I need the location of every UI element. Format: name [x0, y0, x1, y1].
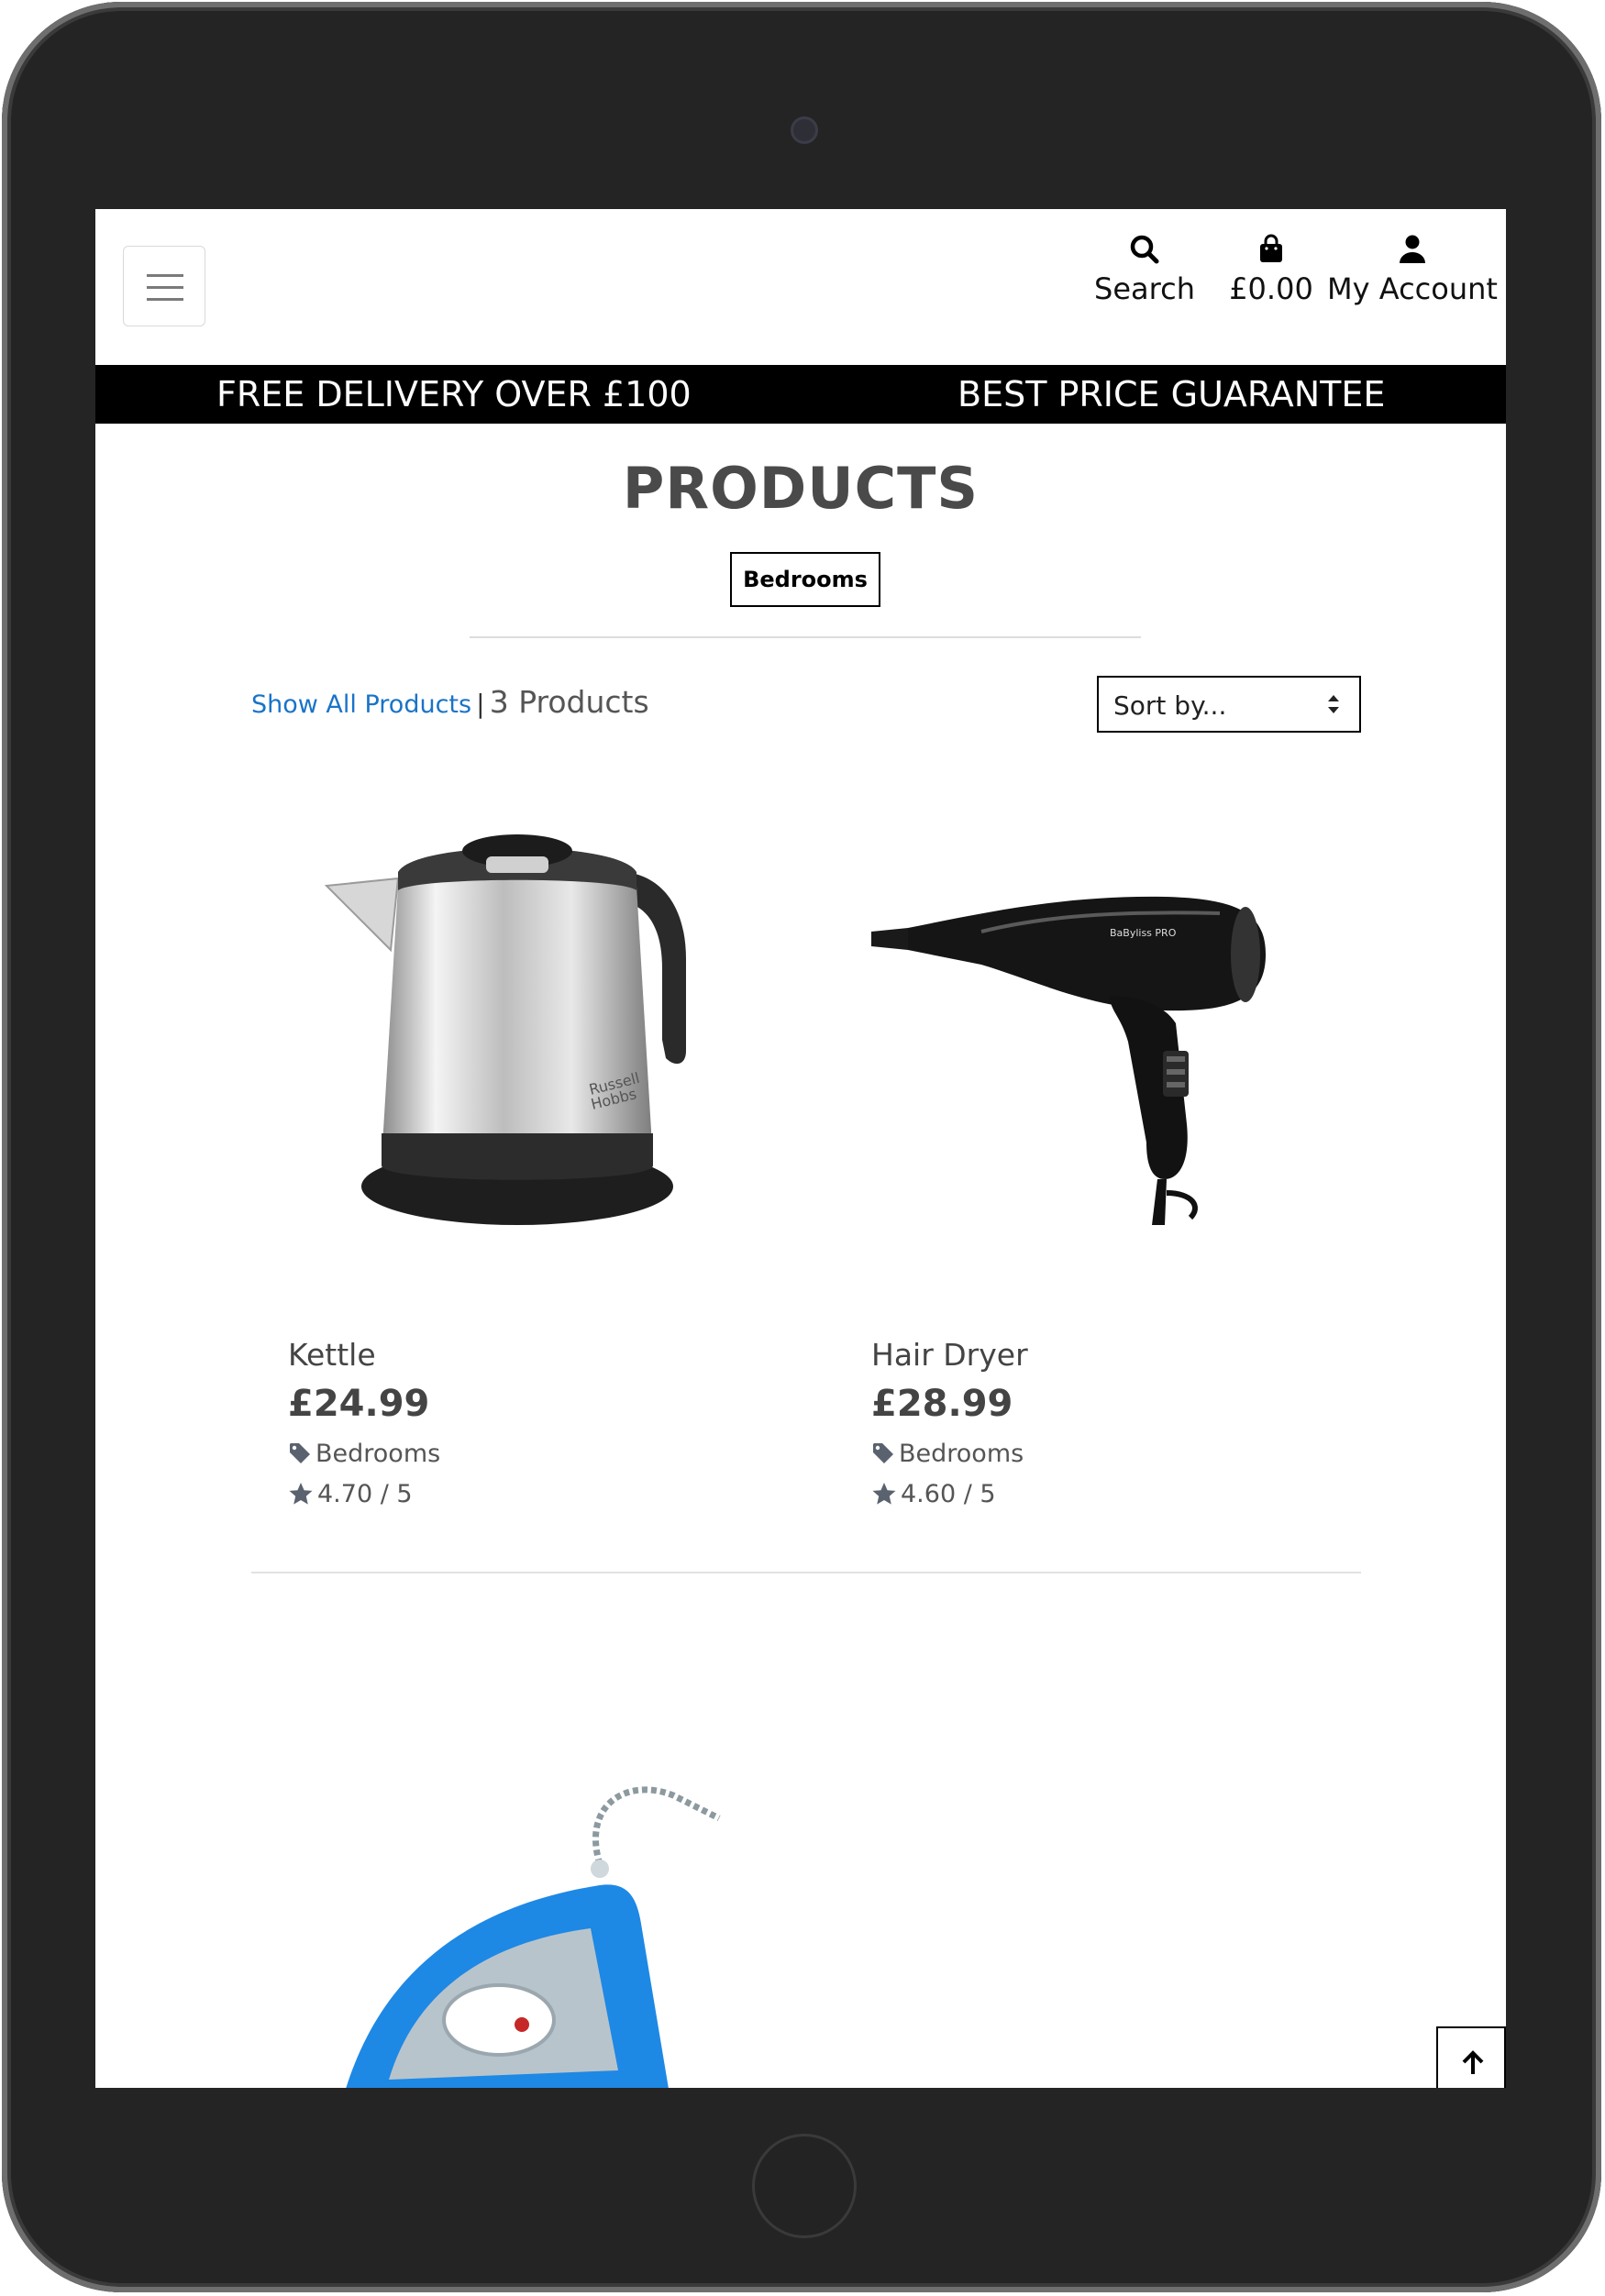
promo-price-text: BEST PRICE GUARANTEE	[957, 374, 1386, 414]
product-rating: 4.70 / 5	[288, 1480, 413, 1508]
product-name[interactable]: Hair Dryer	[871, 1337, 1028, 1373]
hair-dryer-image[interactable]: BaByliss PRO	[835, 776, 1348, 1271]
back-to-top-button[interactable]	[1436, 2026, 1506, 2088]
show-all-products-link[interactable]: Show All Products	[251, 690, 471, 719]
product-price: £28.99	[871, 1383, 1013, 1425]
product-row-divider	[251, 1572, 1361, 1573]
user-icon	[1400, 235, 1425, 263]
product-count: 3 Products	[489, 684, 649, 720]
product-card[interactable]	[325, 1768, 838, 2088]
my-account-nav-link[interactable]: My Account	[1321, 233, 1504, 306]
home-button[interactable]	[752, 2134, 857, 2238]
hamburger-line	[147, 274, 183, 277]
sort-select[interactable]: Sort by...	[1097, 676, 1361, 733]
product-rating: 4.60 / 5	[871, 1480, 996, 1508]
svg-text:BaByliss PRO: BaByliss PRO	[1110, 927, 1177, 939]
product-price: £24.99	[288, 1383, 430, 1425]
page-title: PRODUCTS	[622, 455, 980, 522]
product-rating-value: 4.60 / 5	[901, 1480, 996, 1508]
navbar: Search £0.00 My Account	[95, 209, 1506, 365]
my-account-label: My Account	[1327, 271, 1498, 306]
shopping-bag-icon	[1260, 234, 1282, 262]
product-category-label: Bedrooms	[315, 1440, 441, 1468]
camera-icon	[791, 116, 818, 144]
product-count-line: Show All Products | 3 Products	[251, 684, 649, 720]
search-nav-link[interactable]: Search	[1071, 233, 1218, 306]
hamburger-line	[147, 298, 183, 301]
search-icon	[1130, 235, 1159, 264]
product-card[interactable]: BaByliss PRO Hair Dryer £28.99 Bedrooms …	[835, 776, 1348, 1508]
promo-delivery-text: FREE DELIVERY OVER £100	[216, 374, 692, 414]
tag-icon	[873, 1443, 893, 1463]
arrow-up-icon	[1462, 2050, 1484, 2074]
sort-caret-icon	[1328, 695, 1339, 713]
promo-banner: FREE DELIVERY OVER £100 BEST PRICE GUARA…	[95, 365, 1506, 424]
product-name[interactable]: Kettle	[288, 1337, 376, 1373]
iron-image[interactable]	[325, 1768, 838, 2088]
product-rating-value: 4.70 / 5	[317, 1480, 413, 1508]
divider	[470, 636, 1141, 638]
search-label: Search	[1094, 271, 1195, 306]
product-category-link[interactable]: Bedrooms	[871, 1440, 1024, 1468]
hamburger-line	[147, 286, 183, 289]
bag-total: £0.00	[1229, 271, 1313, 306]
product-card[interactable]: Russell Hobbs Kettle £24.99 Bedrooms 4.7…	[251, 776, 765, 1508]
kettle-image[interactable]: Russell Hobbs	[251, 776, 765, 1271]
tag-icon	[290, 1443, 310, 1463]
sort-select-value: Sort by...	[1113, 690, 1227, 721]
shopping-bag-nav-link[interactable]: £0.00	[1207, 233, 1335, 306]
star-icon	[289, 1483, 313, 1505]
star-icon	[872, 1483, 896, 1505]
separator: |	[476, 689, 485, 719]
browser-screen: Search £0.00 My Account FREE DELIVERY OV…	[95, 209, 1506, 2088]
product-category-link[interactable]: Bedrooms	[288, 1440, 440, 1468]
menu-toggle-button[interactable]	[123, 246, 205, 326]
category-badge[interactable]: Bedrooms	[730, 552, 880, 607]
product-category-label: Bedrooms	[899, 1440, 1024, 1468]
